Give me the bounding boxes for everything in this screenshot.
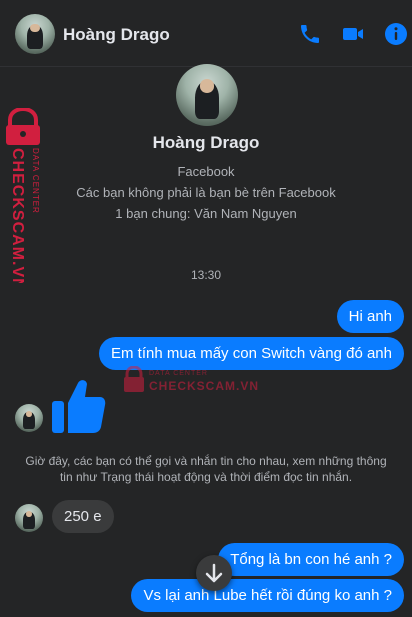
arrow-down-icon (205, 563, 223, 583)
avatar[interactable] (15, 14, 55, 54)
message-timestamp: 13:30 (190, 268, 222, 282)
sender-avatar[interactable] (15, 404, 43, 432)
video-camera-icon[interactable] (341, 22, 365, 46)
watermark-side: CHECKSCAM.VN DATA CENTER (4, 106, 48, 283)
sender-avatar[interactable] (15, 504, 43, 532)
phone-icon[interactable] (298, 22, 322, 46)
message-outgoing[interactable]: Hi anh (336, 300, 404, 333)
profile-platform: Facebook (177, 164, 235, 179)
message-outgoing[interactable]: Tổng là bn con hé anh ? (218, 543, 404, 576)
system-notice: Giờ đây, các bạn có thể gọi và nhắn tin … (25, 454, 387, 484)
lock-logo-icon (124, 366, 144, 392)
thumbs-up-icon[interactable] (50, 377, 106, 435)
watermark-brand: CHECKSCAM.VN (149, 379, 260, 393)
contact-name[interactable]: Hoàng Drago (63, 25, 170, 45)
info-icon[interactable] (384, 22, 408, 46)
chat-header: Hoàng Drago (0, 0, 412, 67)
scroll-to-bottom-button[interactable] (196, 555, 232, 591)
watermark-brand: CHECKSCAM.VN (9, 148, 26, 283)
watermark-subtitle: DATA CENTER (31, 148, 40, 214)
message-incoming[interactable]: 250 e (52, 500, 114, 533)
watermark-center: DATA CENTER CHECKSCAM.VN (122, 366, 262, 398)
profile-mutual-friends: 1 bạn chung: Văn Nam Nguyen (115, 206, 297, 221)
message-outgoing[interactable]: Vs lại anh Lube hết rồi đúng ko anh ? (131, 579, 404, 612)
watermark-subtitle: DATA CENTER (149, 370, 208, 377)
profile-name: Hoàng Drago (152, 133, 260, 152)
profile-friend-status: Các bạn không phải là bạn bè trên Facebo… (76, 185, 336, 200)
profile-avatar[interactable] (176, 64, 238, 126)
